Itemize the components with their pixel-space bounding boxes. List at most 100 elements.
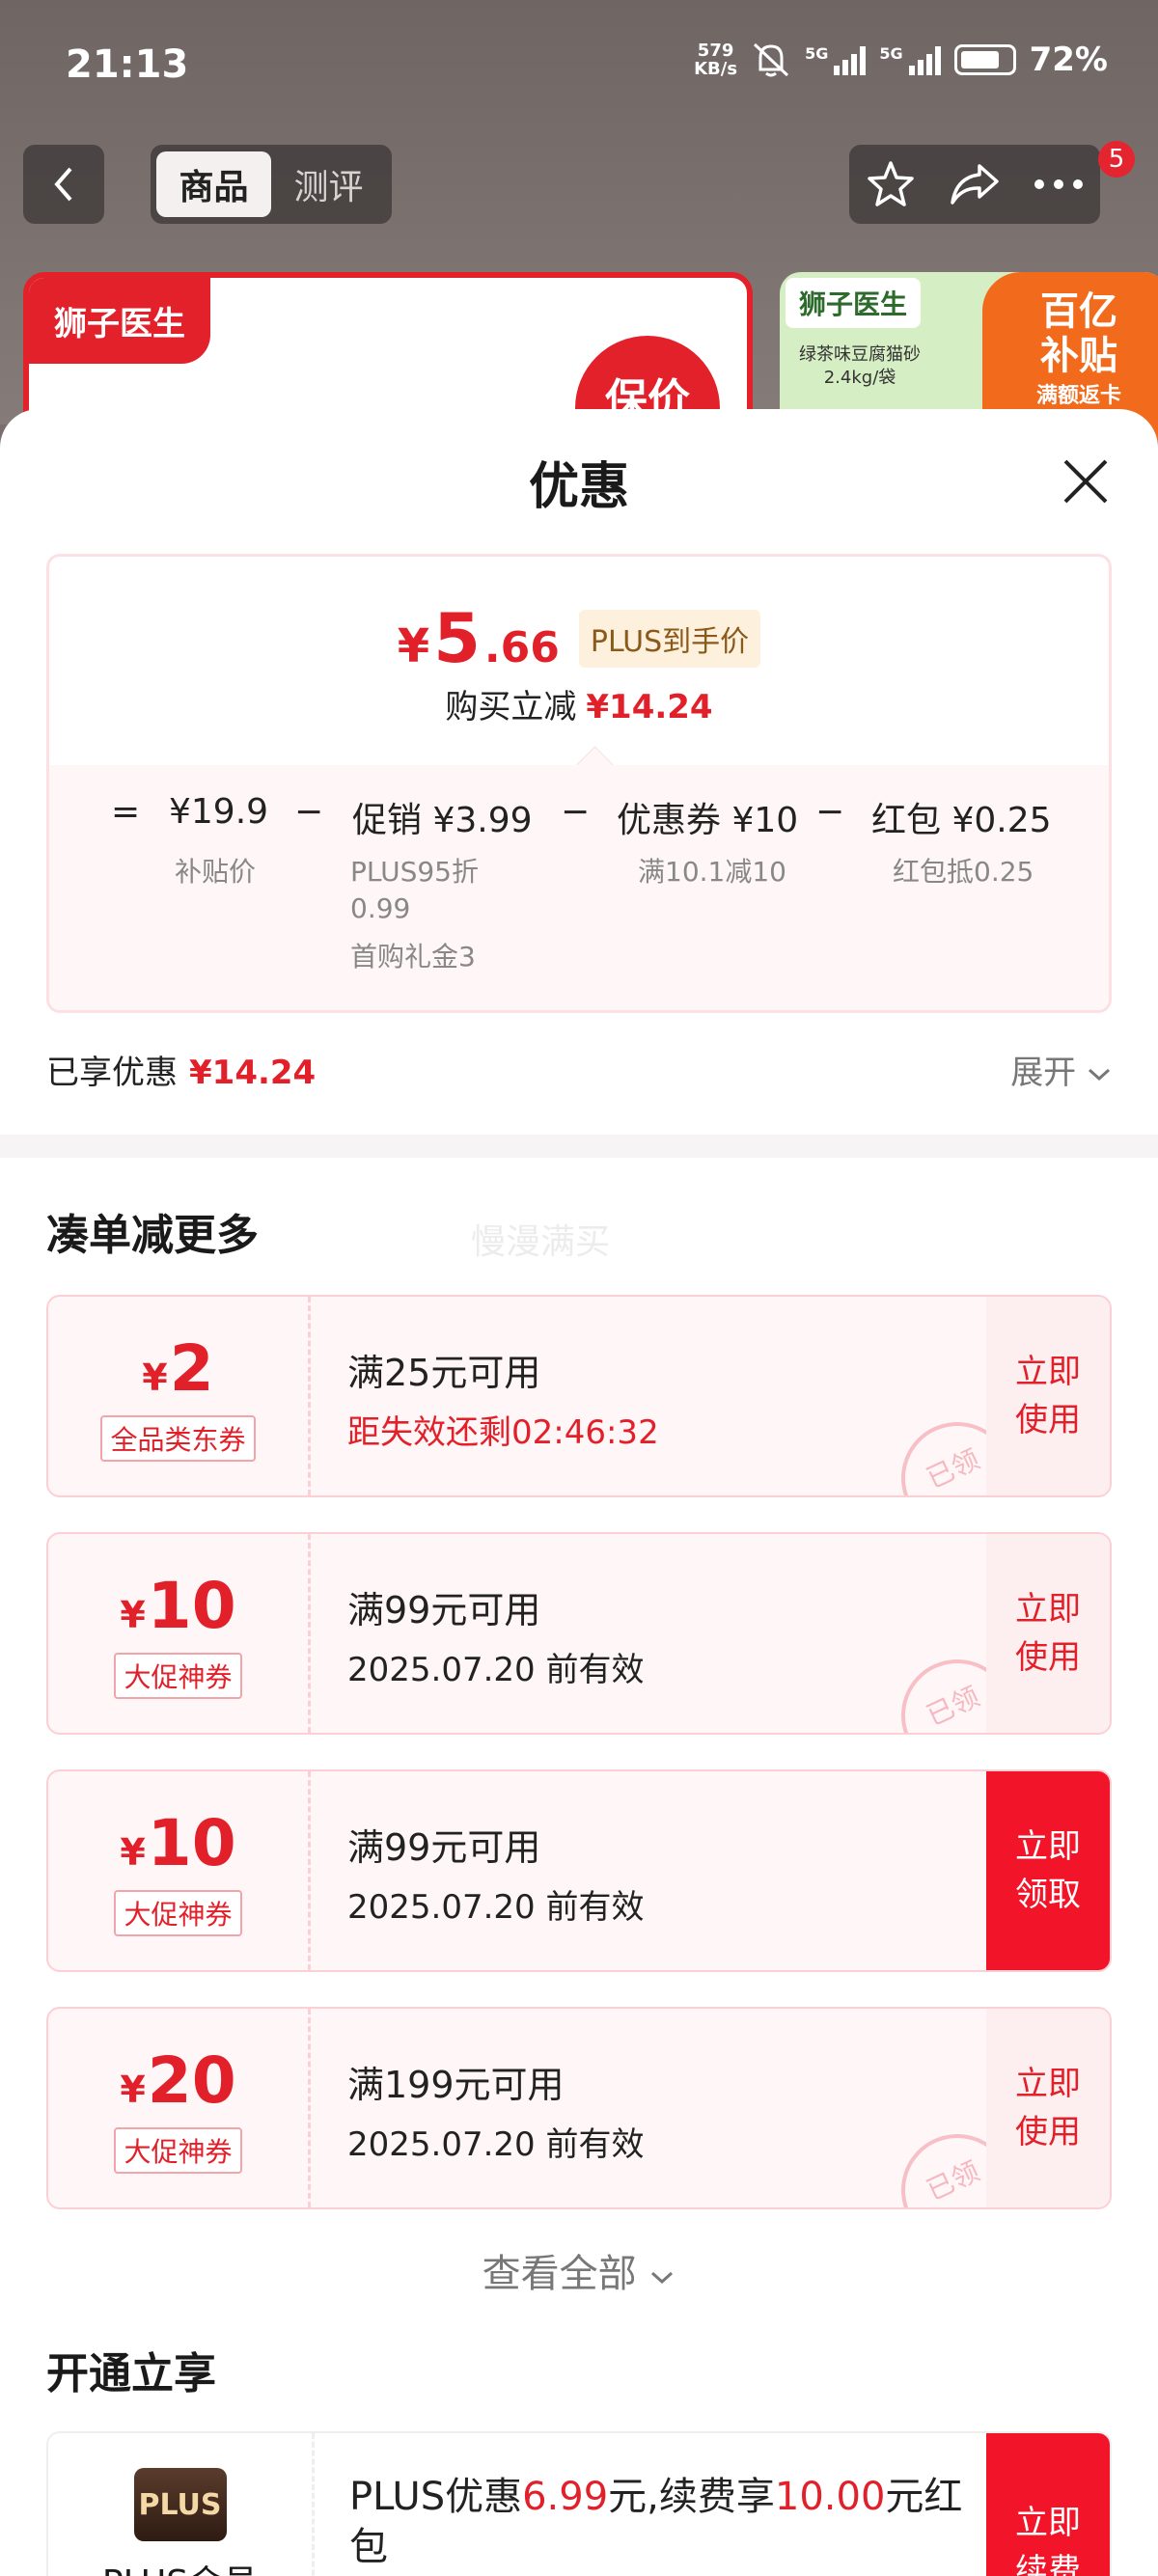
coupon-card: ¥10 大促神券 满99元可用 2025.07.20 前有效 已领 立即 使用 bbox=[46, 1532, 1112, 1735]
minus-sign: − bbox=[561, 792, 591, 832]
watermark-text: 慢漫满买 bbox=[471, 1222, 611, 1262]
coupon-card: ¥2 全品类东券 满25元可用 距失效还剩02:46:32 已领 立即 使用 bbox=[46, 1295, 1112, 1497]
promo-discount: 促销 ¥3.99 bbox=[352, 801, 533, 840]
expand-label: 展开 bbox=[1010, 1054, 1077, 1092]
use-coupon-button[interactable]: 立即 使用 bbox=[986, 1534, 1110, 1733]
button-line1: 立即 bbox=[1015, 2504, 1081, 2542]
equals-sign: = bbox=[111, 792, 141, 832]
coupon-expiry: 2025.07.20 前有效 bbox=[347, 1651, 645, 1689]
purchase-reduction: 购买立减 ¥14.24 bbox=[49, 680, 1109, 727]
coupon-info: 满99元可用 2025.07.20 前有效 bbox=[347, 1818, 644, 1928]
coupon-card: ¥10 大促神券 满99元可用 2025.07.20 前有效 立即 领取 bbox=[46, 1769, 1112, 1972]
brand-logo: 狮子医生 bbox=[29, 278, 210, 364]
claim-coupon-button[interactable]: 立即 领取 bbox=[986, 1771, 1110, 1970]
coupon-currency: ¥ bbox=[120, 2068, 146, 2111]
final-price: ¥ 5 .66 PLUS到手价 bbox=[49, 599, 1109, 678]
button-line1: 立即 bbox=[1015, 1353, 1081, 1391]
tab-reviews[interactable]: 测评 bbox=[271, 151, 386, 217]
expand-button[interactable]: 展开 bbox=[1010, 1046, 1112, 1093]
reduction-amount: ¥14.24 bbox=[586, 688, 713, 726]
chevron-down-icon bbox=[1088, 1068, 1111, 1082]
signal-icon: 5G bbox=[805, 44, 867, 75]
coupon-amount: 20 bbox=[147, 2042, 236, 2118]
coupon-value: ¥20 大促神券 bbox=[48, 2009, 311, 2207]
battery-icon bbox=[953, 44, 1016, 75]
promo-detail-1: PLUS95折 bbox=[350, 856, 479, 888]
promo-detail-2: 0.99 bbox=[350, 892, 411, 924]
price-formula: = ¥19.9 补贴价 − 促销 ¥3.99 PLUS95折 0.99 首购礼金… bbox=[49, 765, 1109, 1010]
redpacket-detail: 红包抵0.25 bbox=[893, 856, 1034, 888]
coupon-discount: 优惠券 ¥10 bbox=[617, 801, 799, 840]
renew-plus-button[interactable]: 立即 续费 bbox=[986, 2433, 1110, 2576]
base-price: ¥19.9 bbox=[169, 792, 269, 832]
coupon-condition: 满199元可用 bbox=[347, 2064, 565, 2106]
coupon-type-tag: 全品类东券 bbox=[100, 1414, 256, 1462]
minus-sign: − bbox=[294, 792, 324, 832]
button-line2: 使用 bbox=[1015, 2113, 1081, 2151]
view-all-button[interactable]: 查看全部 bbox=[0, 2242, 1158, 2298]
coupon-type-tag: 大促神券 bbox=[114, 1889, 242, 1936]
more-section-title: 凑单减更多 bbox=[46, 1211, 259, 1260]
coupon-currency: ¥ bbox=[120, 1830, 146, 1874]
promo-detail-3: 首购礼金3 bbox=[350, 941, 476, 973]
nav-actions bbox=[849, 145, 1100, 224]
subsidy-sub: 满额返卡 bbox=[1035, 384, 1121, 408]
chevron-down-icon bbox=[651, 2271, 674, 2285]
plus-name: PLUS会员 bbox=[102, 2555, 258, 2576]
signal2-label: 5G bbox=[879, 44, 903, 63]
star-icon[interactable] bbox=[866, 159, 916, 209]
price-breakdown-box: ¥ 5 .66 PLUS到手价 购买立减 ¥14.24 = ¥19.9 补贴价 −… bbox=[46, 554, 1112, 1013]
tab-product[interactable]: 商品 bbox=[156, 151, 271, 217]
plus-text-a: PLUS优惠 bbox=[349, 2475, 523, 2519]
signal-icon: 5G bbox=[879, 44, 941, 75]
product-spec: 2.4kg/袋 bbox=[823, 368, 896, 388]
plus-membership: PLUS PLUS会员 bbox=[48, 2433, 315, 2576]
button-line2: 使用 bbox=[1015, 1401, 1081, 1439]
plus-offer-text: PLUS优惠6.99元,续费享10.00元红包 bbox=[349, 2472, 967, 2572]
more-icon[interactable] bbox=[1034, 178, 1084, 190]
enjoyed-amount: ¥14.24 bbox=[189, 1054, 317, 1092]
product-label: 绿茶味豆腐猫砂 2.4kg/袋 bbox=[799, 343, 921, 390]
base-price-label: 补贴价 bbox=[175, 856, 257, 888]
plus-text-b: 元,续费享 bbox=[608, 2475, 775, 2519]
coupon-info: 满25元可用 距失效还剩02:46:32 bbox=[347, 1343, 659, 1453]
button-line2: 使用 bbox=[1015, 1638, 1081, 1677]
coupon-value: ¥2 全品类东券 bbox=[48, 1297, 311, 1495]
battery-level: 72% bbox=[1029, 41, 1108, 79]
status-time: 21:13 bbox=[66, 42, 189, 87]
net-speed-unit: KB/s bbox=[694, 59, 738, 79]
redpacket-discount: 红包 ¥0.25 bbox=[871, 801, 1052, 840]
coupon-countdown: 距失效还剩02:46:32 bbox=[347, 1413, 659, 1452]
use-coupon-button[interactable]: 立即 使用 bbox=[986, 1297, 1110, 1495]
coupon-info: 满99元可用 2025.07.20 前有效 bbox=[347, 1580, 644, 1690]
reduction-label: 购买立减 bbox=[445, 688, 577, 726]
coupon-value: ¥10 大促神券 bbox=[48, 1771, 311, 1970]
coupon-amount: 2 bbox=[169, 1330, 214, 1406]
enjoyed-discount: 已享优惠 ¥14.24 bbox=[46, 1046, 316, 1093]
use-coupon-button[interactable]: 立即 使用 bbox=[986, 2009, 1110, 2207]
mute-bell-icon bbox=[754, 42, 789, 77]
plus-amount-a: 6.99 bbox=[522, 2475, 609, 2519]
plus-offer-card: PLUS PLUS会员 PLUS优惠6.99元,续费享10.00元红包 立即续费 bbox=[46, 2431, 1112, 2576]
coupon-currency: ¥ bbox=[142, 1356, 168, 1399]
coupon-detail: 满10.1减10 bbox=[638, 856, 786, 888]
coupon-expiry: 2025.07.20 前有效 bbox=[347, 1888, 645, 1927]
coupon-info: 满199元可用 2025.07.20 前有效 bbox=[347, 2055, 644, 2165]
brand-logo: 狮子医生 bbox=[786, 278, 922, 328]
plus-logo: PLUS bbox=[133, 2468, 227, 2541]
enjoyed-label: 已享优惠 bbox=[46, 1054, 178, 1092]
top-nav-bar: 商品 测评 5 bbox=[23, 141, 1135, 226]
share-icon[interactable] bbox=[949, 162, 1001, 206]
coupon-condition: 满99元可用 bbox=[347, 1589, 541, 1631]
final-price-currency: ¥ bbox=[397, 619, 430, 673]
product-tabs: 商品 测评 bbox=[151, 145, 392, 224]
section-divider bbox=[0, 1135, 1158, 1158]
button-line1: 立即 bbox=[1015, 1827, 1081, 1866]
back-button[interactable] bbox=[23, 145, 104, 224]
plus-price-tag: PLUS到手价 bbox=[578, 610, 761, 668]
product-name: 绿茶味豆腐猫砂 bbox=[799, 344, 921, 365]
promo-detail: PLUS95折 0.99 首购礼金3 bbox=[350, 854, 479, 975]
coupon-amount: 10 bbox=[147, 1568, 236, 1643]
button-line1: 立即 bbox=[1015, 2065, 1081, 2103]
close-icon[interactable] bbox=[1060, 455, 1112, 507]
